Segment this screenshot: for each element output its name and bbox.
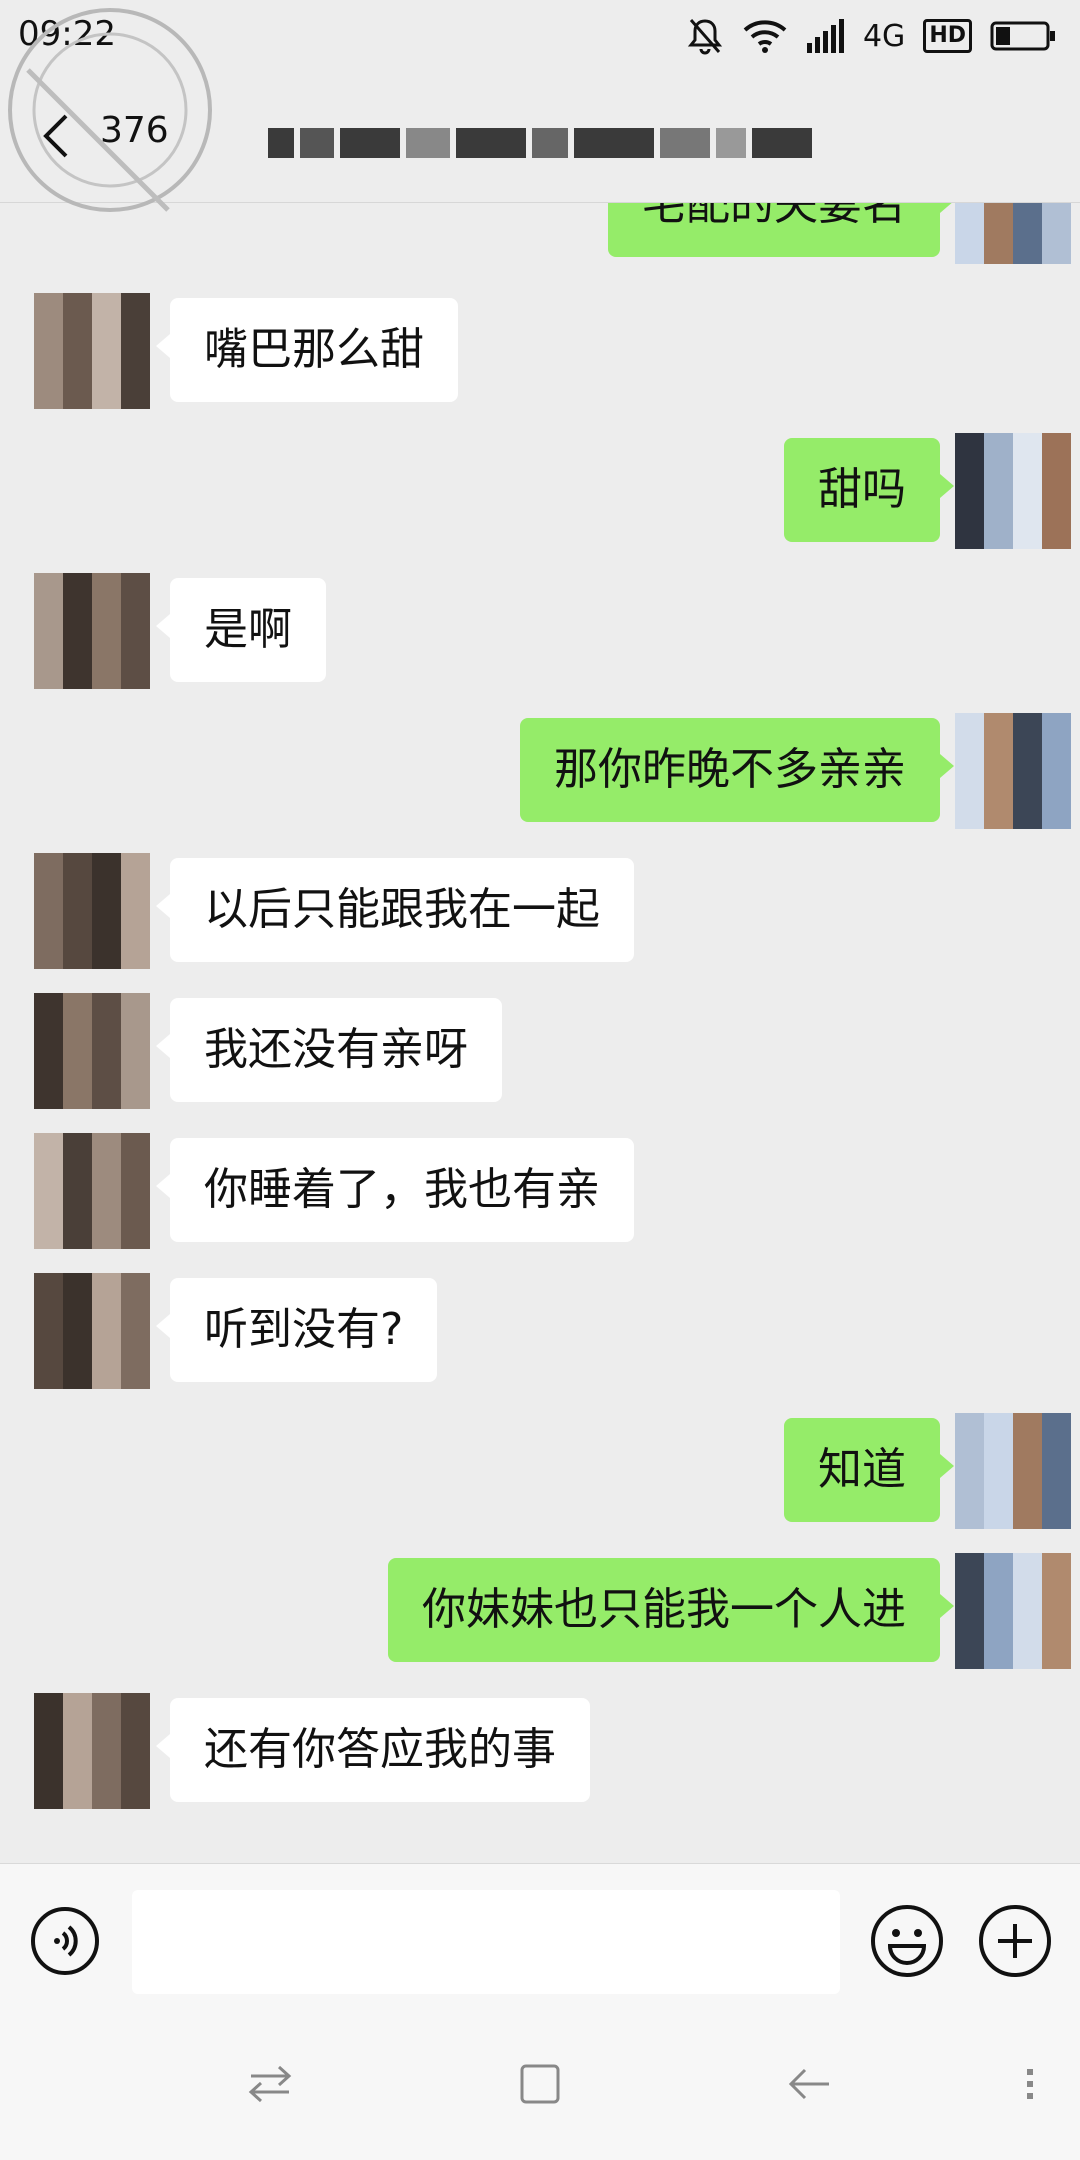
system-nav-bar bbox=[0, 2011, 1080, 2160]
message-bubble[interactable]: 嘴巴那么甜 bbox=[156, 298, 458, 402]
message-bubble[interactable]: 那你昨晚不多亲亲 bbox=[520, 718, 954, 822]
menu-icon[interactable] bbox=[1005, 2059, 1055, 2109]
battery-icon bbox=[990, 21, 1055, 51]
message-bubble[interactable]: 甜吗 bbox=[784, 438, 954, 542]
contact-avatar[interactable] bbox=[34, 1273, 150, 1389]
message-bubble[interactable]: 你睡着了，我也有亲 bbox=[156, 1138, 634, 1242]
message-input[interactable] bbox=[132, 1890, 840, 1994]
emoji-icon[interactable] bbox=[870, 1904, 944, 1978]
wifi-icon bbox=[743, 20, 787, 53]
message-bubble[interactable]: 你妹妹也只能我一个人进 bbox=[388, 1558, 954, 1662]
contact-avatar[interactable] bbox=[34, 993, 150, 1109]
mute-bell-icon bbox=[687, 19, 723, 55]
message-bubble[interactable]: 知道 bbox=[784, 1418, 954, 1522]
message-bubble[interactable]: 听到没有? bbox=[155, 1278, 438, 1382]
message-bubble[interactable]: 以后只能跟我在一起 bbox=[156, 858, 634, 962]
my-avatar[interactable] bbox=[955, 713, 1071, 829]
my-avatar[interactable] bbox=[955, 1413, 1071, 1529]
hd-badge: HD bbox=[923, 19, 972, 53]
unread-count[interactable]: 376 bbox=[100, 110, 169, 151]
home-icon[interactable] bbox=[515, 2059, 565, 2109]
signal-icon bbox=[806, 19, 844, 53]
input-bar bbox=[0, 1863, 1080, 2012]
my-avatar[interactable] bbox=[955, 433, 1071, 549]
contact-avatar[interactable] bbox=[34, 1693, 150, 1809]
message-bubble[interactable]: 我还没有亲呀 bbox=[156, 998, 502, 1102]
voice-icon[interactable] bbox=[30, 1906, 100, 1976]
plus-icon[interactable] bbox=[978, 1904, 1052, 1978]
back-icon[interactable] bbox=[785, 2059, 835, 2109]
status-icons: 4G HD bbox=[685, 14, 1056, 58]
contact-avatar[interactable] bbox=[34, 1133, 150, 1249]
message-bubble[interactable]: 是啊 bbox=[156, 578, 326, 682]
status-time: 09:22 bbox=[18, 14, 116, 54]
status-bar: 09:22 4G HD bbox=[0, 0, 1080, 70]
my-avatar[interactable] bbox=[955, 203, 1071, 264]
message-bubble[interactable]: 还有你答应我的事 bbox=[156, 1698, 590, 1802]
contact-avatar[interactable] bbox=[34, 573, 150, 689]
switch-icon[interactable] bbox=[245, 2059, 295, 2109]
contact-avatar[interactable] bbox=[34, 293, 150, 409]
network-type: 4G bbox=[862, 18, 906, 54]
my-avatar[interactable] bbox=[955, 1553, 1071, 1669]
chat-header: 376 bbox=[0, 70, 1080, 203]
chat-title-redacted bbox=[268, 128, 812, 158]
message-list[interactable]: 宅配的夫妻名嘴巴那么甜甜吗是啊那你昨晚不多亲亲以后只能跟我在一起 我还没有亲呀你睡… bbox=[0, 203, 1080, 1863]
back-arrow-icon[interactable] bbox=[36, 110, 76, 162]
contact-avatar[interactable] bbox=[34, 853, 150, 969]
message-bubble[interactable]: 宅配的夫妻名 bbox=[608, 203, 954, 257]
